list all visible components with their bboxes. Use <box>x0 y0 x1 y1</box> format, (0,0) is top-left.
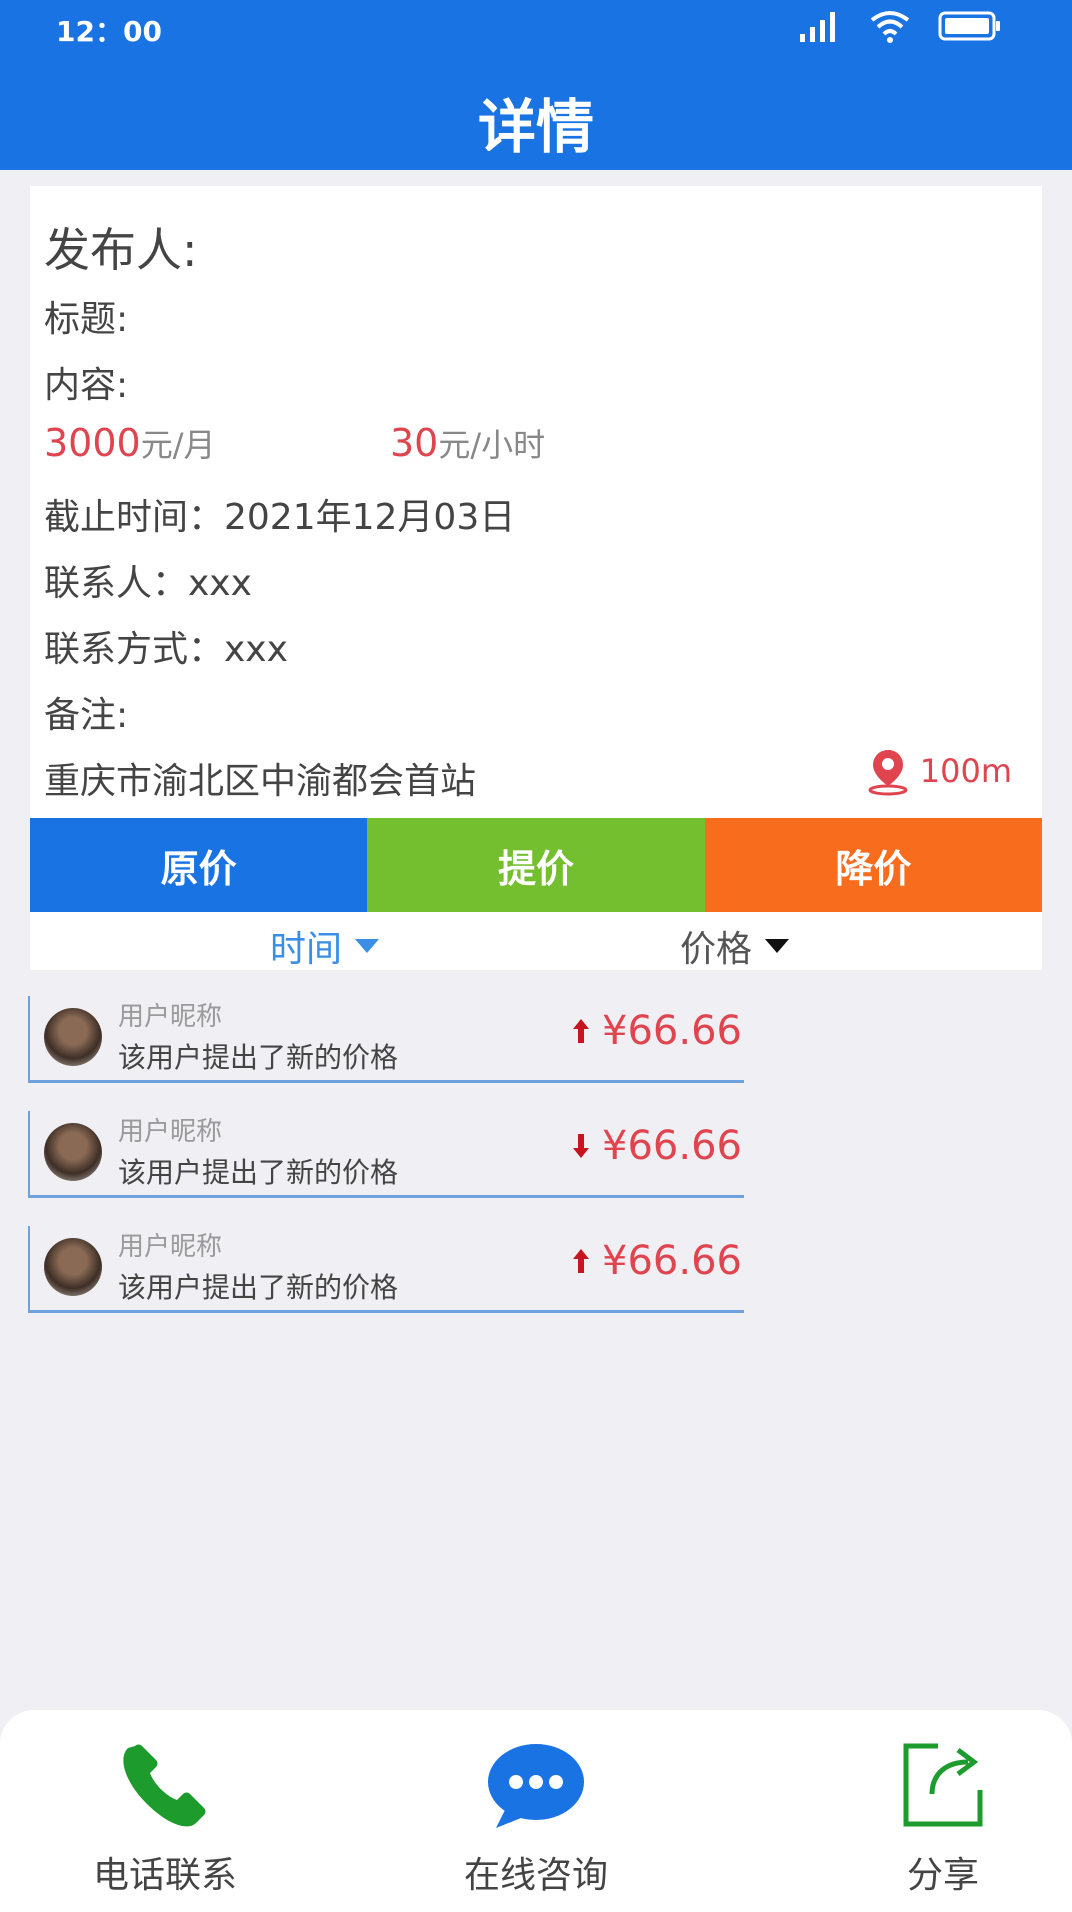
status-icons <box>798 6 1002 46</box>
phone-contact-button[interactable]: 电话联系 <box>45 1740 285 1898</box>
signal-icon <box>800 12 835 42</box>
bid-price: ¥66.66 <box>572 1238 742 1284</box>
location-pin-icon <box>868 750 908 796</box>
content-label: 内容: <box>44 365 129 406</box>
caret-down-icon <box>765 939 790 953</box>
arrow-up-icon <box>573 1249 590 1273</box>
tab-raise-price[interactable]: 提价 <box>367 818 705 912</box>
bid-price-value: ¥66.66 <box>602 1008 742 1054</box>
header-bar: 12：00 详情 <box>0 0 1072 170</box>
phone-contact-label: 电话联系 <box>92 1855 237 1896</box>
status-time: 12：00 <box>56 15 162 48</box>
publisher-label: 发布人: <box>44 223 198 277</box>
bid-user-name: 用户昵称 <box>118 1117 223 1147</box>
share-label: 分享 <box>906 1855 979 1896</box>
hourly-price-unit: 元/小时 <box>438 426 546 464</box>
monthly-price: 3000元/月 <box>44 420 216 466</box>
sort-time-label: 时间 <box>270 929 343 970</box>
avatar <box>44 1123 102 1181</box>
tab-lower-price[interactable]: 降价 <box>704 818 1042 912</box>
wifi-icon <box>870 11 910 43</box>
bid-message: 该用户提出了新的价格 <box>118 1041 399 1074</box>
hourly-price: 30元/小时 <box>390 420 545 466</box>
address: 重庆市渝北区中渝都会首站 <box>44 761 477 802</box>
online-consult-button[interactable]: 在线咨询 <box>416 1740 656 1898</box>
share-icon <box>903 1743 983 1827</box>
bid-item[interactable]: 用户昵称 该用户提出了新的价格 ¥66.66 <box>28 1111 744 1198</box>
caret-down-icon <box>355 939 380 953</box>
bid-item[interactable]: 用户昵称 该用户提出了新的价格 ¥66.66 <box>28 996 744 1083</box>
arrow-down-icon <box>573 1134 590 1158</box>
bid-user-name: 用户昵称 <box>118 1002 223 1032</box>
contact-method: 联系方式：xxx <box>44 629 288 670</box>
monthly-price-unit: 元/月 <box>140 426 216 464</box>
bid-price-value: ¥66.66 <box>602 1123 742 1169</box>
avatar <box>44 1008 102 1066</box>
deadline: 截止时间：2021年12月03日 <box>44 497 516 538</box>
remark-label: 备注: <box>44 695 129 736</box>
bid-price: ¥66.66 <box>572 1123 742 1169</box>
detail-card: 发布人: 标题: 内容: 3000元/月 30元/小时 截止时间：2021年12… <box>30 186 1042 970</box>
arrow-up-icon <box>573 1019 590 1043</box>
distance-value: 100m <box>919 752 1012 790</box>
monthly-price-amount: 3000 <box>44 421 141 465</box>
avatar <box>44 1238 102 1296</box>
bid-item[interactable]: 用户昵称 该用户提出了新的价格 ¥66.66 <box>28 1226 744 1313</box>
bottom-action-bar: 电话联系 在线咨询 分享 <box>0 1710 1072 1912</box>
battery-icon <box>938 11 1000 41</box>
title-label: 标题: <box>44 299 129 340</box>
sort-price-label: 价格 <box>680 929 753 970</box>
page-title: 详情 <box>477 93 594 161</box>
bid-price: ¥66.66 <box>572 1008 742 1054</box>
online-consult-label: 在线咨询 <box>463 1855 608 1896</box>
phone-icon <box>123 1744 206 1827</box>
tab-original-price[interactable]: 原价 <box>30 818 368 912</box>
sort-by-price[interactable]: 价格 <box>680 920 790 972</box>
share-button[interactable]: 分享 <box>823 1740 1063 1898</box>
bid-message: 该用户提出了新的价格 <box>118 1156 399 1189</box>
bid-price-value: ¥66.66 <box>602 1238 742 1284</box>
sort-by-time[interactable]: 时间 <box>270 920 380 972</box>
hourly-price-amount: 30 <box>390 421 439 465</box>
price-type-tabs: 原价 提价 降价 <box>30 818 1042 912</box>
contact-person: 联系人：xxx <box>44 563 252 604</box>
bid-user-name: 用户昵称 <box>118 1232 223 1262</box>
chat-bubble-icon <box>488 1744 584 1828</box>
distance: 100m <box>866 746 1012 796</box>
bid-message: 该用户提出了新的价格 <box>118 1271 399 1304</box>
sort-row: 时间 价格 <box>30 912 1042 970</box>
